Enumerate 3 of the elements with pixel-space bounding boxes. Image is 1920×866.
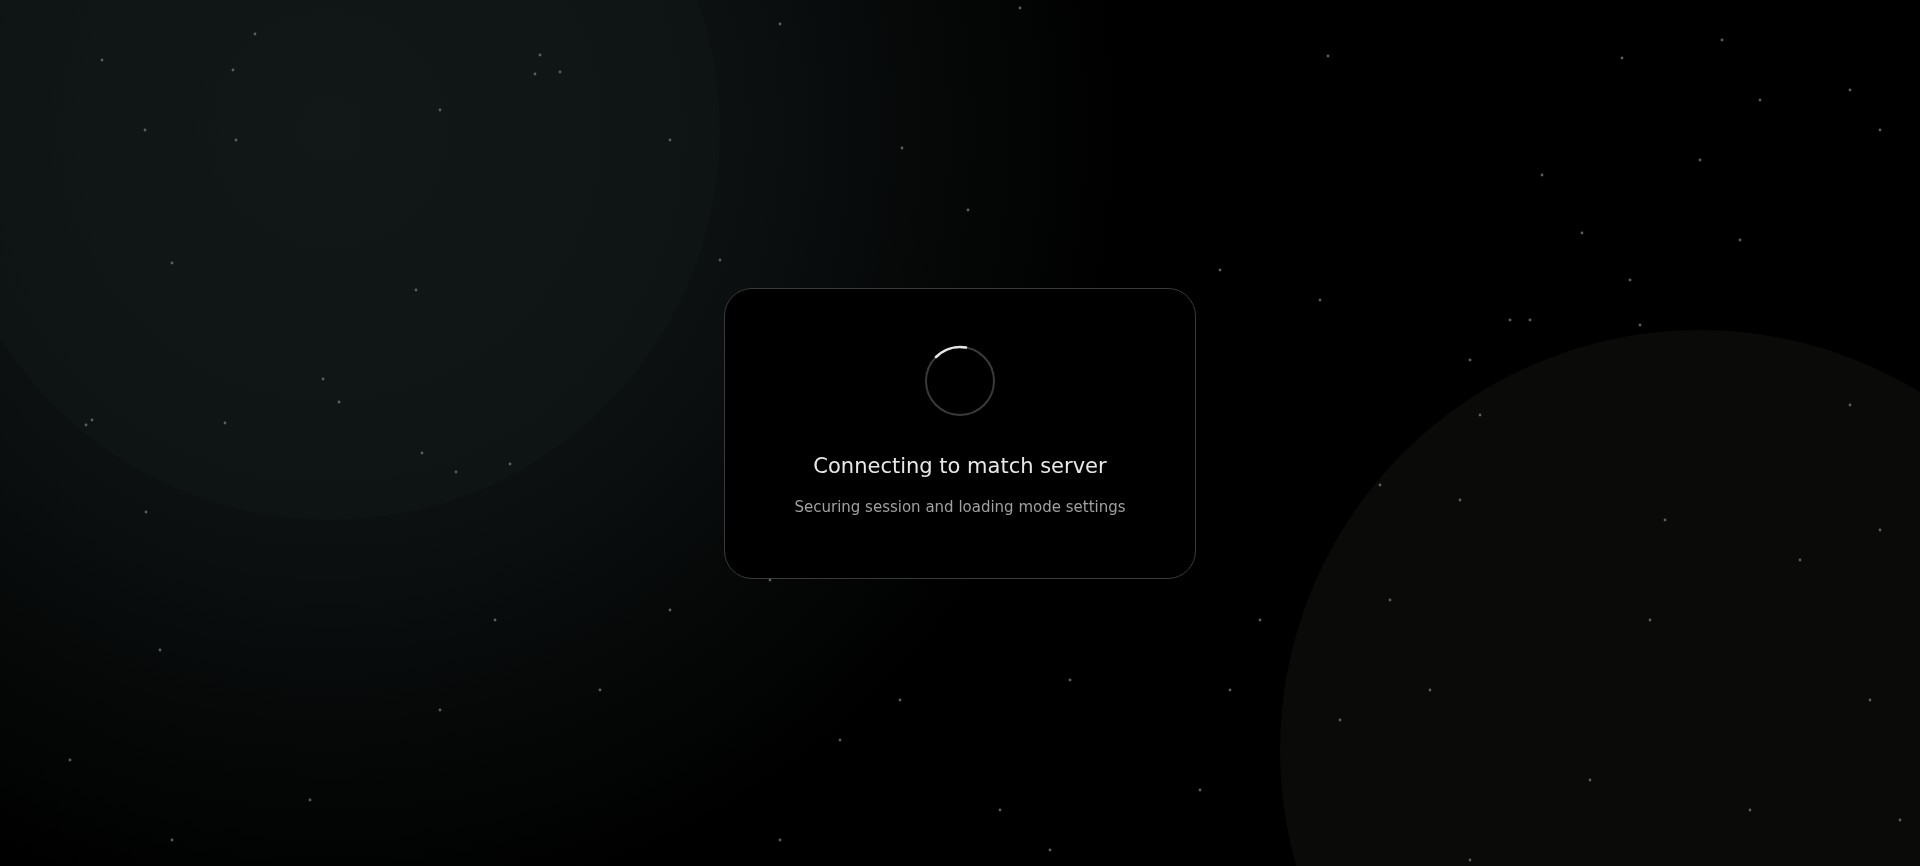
card-subtitle: Securing session and loading mode settings	[794, 497, 1126, 518]
spinner-icon	[924, 344, 996, 417]
card-title: Connecting to match server	[813, 452, 1107, 480]
